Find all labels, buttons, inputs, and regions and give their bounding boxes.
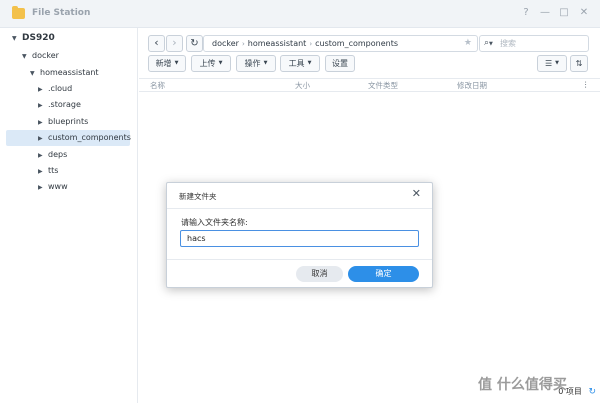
- maximize-icon[interactable]: □: [557, 6, 571, 20]
- upload-button[interactable]: 上传 ▼: [191, 55, 231, 72]
- refresh-button[interactable]: ↻: [186, 35, 203, 52]
- window-title: File Station: [32, 8, 91, 18]
- list-view-button[interactable]: ☰ ▼: [537, 55, 567, 72]
- sort-icon: ⇅: [575, 59, 583, 68]
- breadcrumb-path[interactable]: docker › homeassistant › custom_components ★: [203, 35, 478, 52]
- expand-down-icon: ▼: [22, 53, 27, 60]
- caret-down-icon: ▼: [307, 60, 312, 66]
- tree-item-custom-components[interactable]: ▶ custom_components: [38, 130, 131, 145]
- chevron-right-icon: ›: [309, 40, 313, 48]
- expand-right-icon: ▶: [38, 168, 43, 175]
- ok-button[interactable]: 确定: [348, 266, 419, 282]
- folder-icon: [12, 6, 25, 19]
- tools-button[interactable]: 工具 ▼: [280, 55, 320, 72]
- expand-down-icon: ▼: [12, 35, 17, 42]
- close-icon[interactable]: ✕: [577, 6, 591, 20]
- tree-item-tts[interactable]: ▶ tts: [38, 163, 58, 178]
- column-name[interactable]: 名称: [150, 80, 165, 91]
- column-type[interactable]: 文件类型: [368, 80, 398, 91]
- back-button[interactable]: ‹: [148, 35, 165, 52]
- tree-item-docker[interactable]: ▼ docker: [22, 48, 59, 63]
- action-button[interactable]: 操作 ▼: [236, 55, 276, 72]
- titlebar: File Station ? — □ ✕: [0, 0, 600, 28]
- watermark: 值 什么值得买: [478, 377, 567, 393]
- dialog-footer-divider: [167, 259, 432, 260]
- folder-name-input[interactable]: [180, 230, 419, 247]
- expand-right-icon: ▶: [38, 119, 43, 126]
- new-folder-dialog: 新建文件夹 ✕ 请输入文件夹名称: 取消 确定: [166, 182, 433, 288]
- expand-right-icon: ▶: [38, 135, 43, 142]
- column-modified[interactable]: 修改日期: [457, 80, 487, 91]
- sidebar-tree: ▼ DS920 ▼ docker ▼ homeassistant ▶ .cloud ▶.…: [0, 28, 138, 403]
- search-input[interactable]: ⌕▼ 搜索: [479, 35, 589, 52]
- more-vertical-icon[interactable]: ⋮: [582, 80, 590, 89]
- tree-item-deps[interactable]: ▶ deps: [38, 147, 67, 162]
- list-icon: ☰: [544, 59, 553, 68]
- forward-button[interactable]: ›: [166, 35, 183, 52]
- star-icon[interactable]: ★: [464, 36, 472, 51]
- column-size[interactable]: 大小: [295, 80, 310, 91]
- refresh-icon[interactable]: ↻: [588, 387, 596, 397]
- tree-item-cloud[interactable]: ▶ .cloud: [38, 81, 72, 96]
- file-station-window: File Station ? — □ ✕ ▼ DS920 ▼ docker ▼ hom…: [0, 0, 600, 403]
- expand-right-icon: ▶: [38, 102, 43, 109]
- caret-down-icon: ▼: [218, 60, 223, 66]
- search-placeholder: 搜索: [500, 39, 516, 48]
- tree-item-ds920[interactable]: ▼ DS920: [12, 31, 55, 46]
- tree-item-storage[interactable]: ▶ .storage: [38, 97, 81, 112]
- watermark-logo-icon: 值: [478, 377, 492, 393]
- breadcrumb-item[interactable]: custom_components: [315, 39, 398, 48]
- breadcrumb-item[interactable]: docker: [212, 39, 239, 48]
- settings-button[interactable]: 设置: [325, 55, 355, 72]
- expand-right-icon: ▶: [38, 152, 43, 159]
- caret-down-icon: ▼: [263, 60, 268, 66]
- tree-item-blueprints[interactable]: ▶ blueprints: [38, 114, 88, 129]
- tree-item-www[interactable]: ▶ www: [38, 179, 68, 194]
- folder-name-label: 请输入文件夹名称:: [181, 218, 248, 227]
- caret-down-icon: ▼: [555, 60, 560, 66]
- expand-right-icon: ▶: [38, 184, 43, 191]
- cancel-button[interactable]: 取消: [296, 266, 343, 282]
- dialog-divider: [167, 208, 432, 209]
- tree-item-homeassistant[interactable]: ▼ homeassistant: [30, 65, 99, 80]
- chevron-right-icon: ›: [241, 40, 245, 48]
- new-button[interactable]: 新增 ▼: [148, 55, 186, 72]
- sort-button[interactable]: ⇅: [570, 55, 588, 72]
- expand-down-icon: ▼: [30, 70, 35, 77]
- search-icon: ⌕▼: [484, 38, 493, 48]
- dialog-title: 新建文件夹: [179, 192, 217, 201]
- minimize-icon[interactable]: —: [538, 6, 552, 20]
- expand-right-icon: ▶: [38, 86, 43, 93]
- help-icon[interactable]: ?: [519, 6, 533, 20]
- caret-down-icon: ▼: [174, 60, 179, 66]
- close-icon[interactable]: ✕: [412, 187, 421, 200]
- breadcrumb-item[interactable]: homeassistant: [248, 39, 307, 48]
- column-header-row: 名称 大小 文件类型 修改日期 ⋮: [139, 78, 600, 92]
